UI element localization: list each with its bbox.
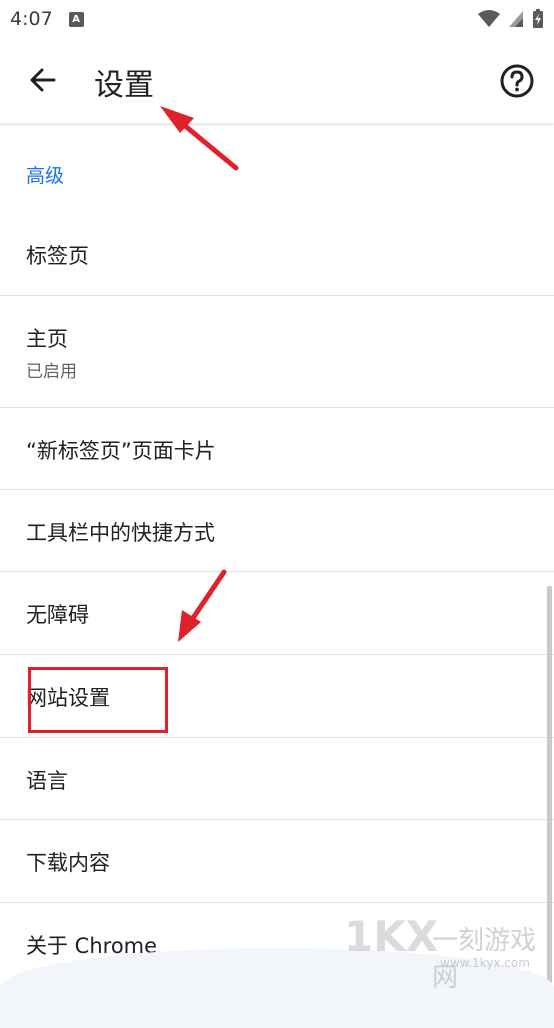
page-title: 设置 — [94, 68, 154, 103]
status-bar: 4:07 A — [0, 0, 554, 38]
settings-item-label: 下载内容 — [26, 851, 110, 875]
settings-item-label: 标签页 — [26, 244, 89, 268]
settings-item-label: 主页 — [26, 327, 68, 351]
settings-item-ntp-cards[interactable]: “新标签页”页面卡片 — [0, 408, 554, 490]
help-icon[interactable] — [499, 63, 535, 99]
battery-charging-icon — [533, 9, 543, 28]
settings-item-label: 工具栏中的快捷方式 — [26, 521, 215, 545]
notification-icon: A — [68, 11, 84, 27]
settings-item-status: 已启用 — [26, 362, 77, 382]
bottom-wave — [0, 948, 554, 1028]
settings-item-homepage[interactable]: 主页 已启用 — [0, 296, 554, 408]
settings-item-accessibility[interactable]: 无障碍 — [0, 572, 554, 655]
annotation-highlight-box — [28, 667, 168, 733]
settings-item-tabs[interactable]: 标签页 — [0, 213, 554, 296]
settings-list: 高级 标签页 主页 已启用 “新标签页”页面卡片 工具栏中的快捷方式 无障碍 网… — [0, 123, 554, 984]
status-right — [478, 9, 544, 29]
status-time: 4:07 — [10, 8, 53, 30]
signal-icon — [509, 11, 523, 27]
settings-item-languages[interactable]: 语言 — [0, 738, 554, 820]
status-left: 4:07 A — [10, 8, 84, 30]
settings-item-label: 语言 — [26, 769, 68, 793]
settings-item-downloads[interactable]: 下载内容 — [0, 820, 554, 903]
section-header: 高级 — [26, 165, 65, 187]
scrollbar[interactable] — [547, 586, 552, 984]
settings-item-toolbar-shortcut[interactable]: 工具栏中的快捷方式 — [0, 490, 554, 572]
wifi-icon — [478, 10, 500, 27]
app-bar: 设置 — [0, 38, 554, 123]
settings-item-label: 无障碍 — [26, 603, 89, 627]
back-arrow-icon[interactable] — [26, 63, 60, 97]
settings-item-label: “新标签页”页面卡片 — [26, 439, 216, 463]
